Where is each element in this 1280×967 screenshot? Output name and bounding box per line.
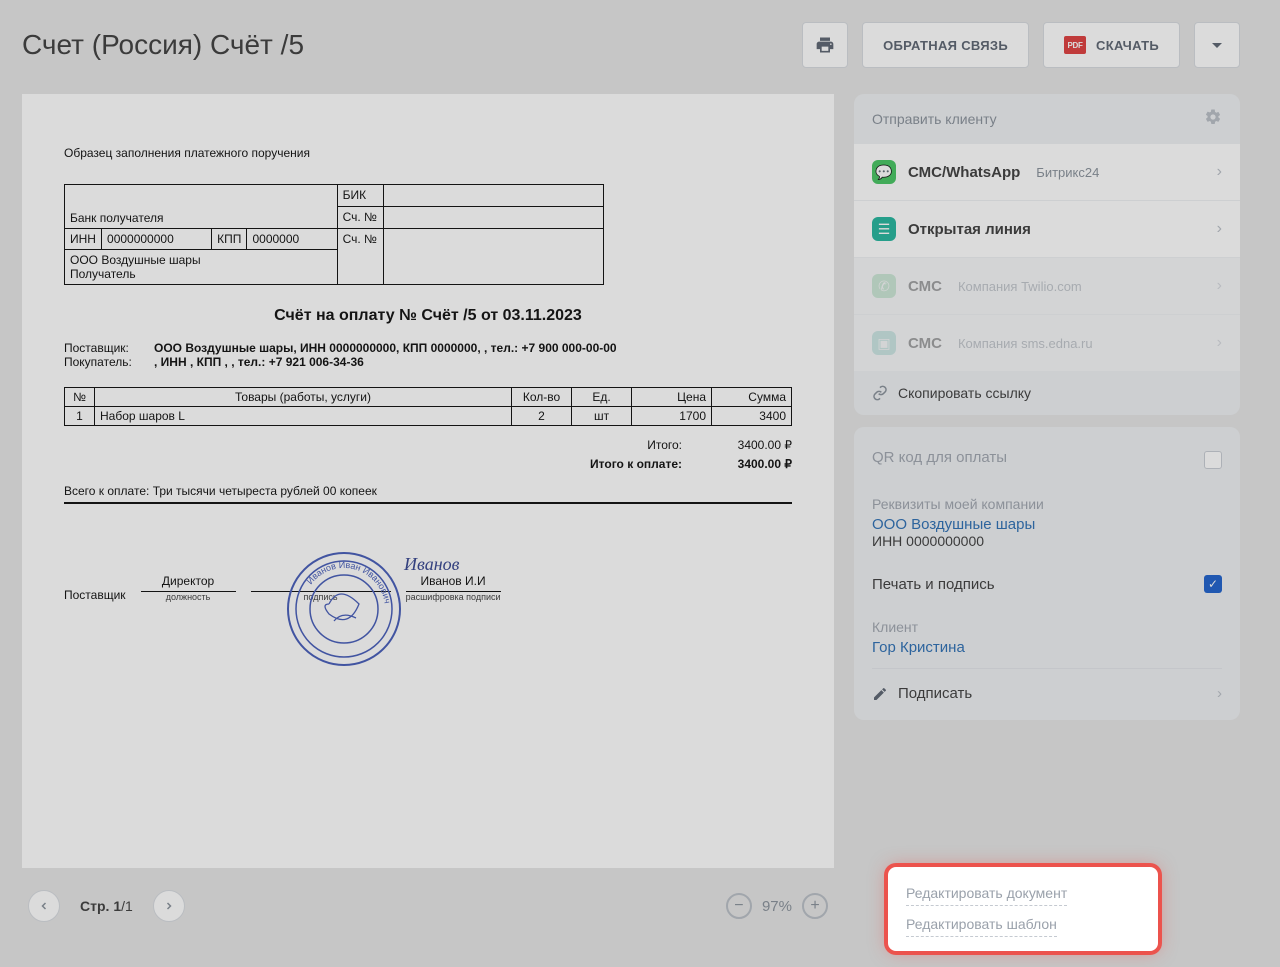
pdf-icon: PDF — [1064, 36, 1086, 54]
channel-icon: ☰ — [872, 217, 896, 241]
channel-title: СМС — [908, 335, 942, 352]
page-title: Счет (Россия) Счёт /5 — [22, 29, 788, 61]
link-icon — [872, 385, 888, 401]
chevron-right-icon — [163, 900, 175, 912]
edit-menu-popup: Редактировать документ Редактировать шаб… — [888, 867, 1158, 951]
channel-icon: ✆ — [872, 274, 896, 298]
chevron-right-icon: › — [1217, 220, 1222, 238]
copy-link-label: Скопировать ссылку — [898, 385, 1031, 401]
channel-title: СМС/WhatsApp — [908, 164, 1020, 181]
send-channel-item[interactable]: ▣ СМС Компания sms.edna.ru › — [854, 314, 1240, 371]
edit-template-link[interactable]: Редактировать шаблон — [906, 912, 1057, 937]
send-channel-item[interactable]: 💬 СМС/WhatsApp Битрикс24 › — [854, 143, 1240, 200]
qr-checkbox[interactable] — [1204, 451, 1222, 469]
details-panel: QR код для оплаты Реквизиты моей компани… — [854, 427, 1240, 720]
stamp-image: Иванов Иван Иванович — [284, 549, 404, 669]
edit-document-link[interactable]: Редактировать документ — [906, 881, 1067, 906]
channel-subtitle: Компания Twilio.com — [958, 279, 1082, 294]
zoom-label: 97% — [762, 898, 792, 915]
table-row: 1Набор шаров L2шт17003400 — [65, 407, 792, 426]
pager-bar: Стр. 1/1 − 97% + — [22, 868, 834, 944]
send-panel-title: Отправить клиенту — [872, 111, 997, 127]
channel-icon: ▣ — [872, 331, 896, 355]
bank-details-table: Банк получателя БИК Сч. № ИНН 0000000000… — [64, 184, 604, 285]
chevron-right-icon: › — [1217, 334, 1222, 352]
company-inn: ИНН 0000000000 — [872, 533, 1222, 549]
client-label: Клиент — [872, 619, 1222, 635]
chevron-left-icon — [38, 900, 50, 912]
feedback-button[interactable]: ОБРАТНАЯ СВЯЗЬ — [862, 22, 1029, 68]
send-channel-item[interactable]: ☰ Открытая линия › — [854, 200, 1240, 257]
page-next-button[interactable] — [153, 890, 185, 922]
signature-image: Иванов — [404, 554, 459, 575]
signature-row: Поставщик Директордолжность подпись Иван… — [64, 574, 792, 602]
parties-block: Поставщик:ООО Воздушные шары, ИНН 000000… — [64, 341, 792, 369]
download-button[interactable]: PDF СКАЧАТЬ — [1043, 22, 1180, 68]
copy-link-row[interactable]: Скопировать ссылку — [854, 371, 1240, 415]
client-link[interactable]: Гор Кристина — [872, 639, 1222, 656]
chevron-down-icon — [1212, 43, 1222, 48]
document-preview: Образец заполнения платежного поручения … — [22, 94, 834, 868]
pen-icon — [872, 686, 888, 702]
zoom-out-button[interactable]: − — [726, 893, 752, 919]
channel-subtitle: Битрикс24 — [1036, 165, 1099, 180]
stamp-sign-checkbox[interactable]: ✓ — [1204, 575, 1222, 593]
channel-icon: 💬 — [872, 160, 896, 184]
print-button[interactable] — [802, 22, 848, 68]
sample-label: Образец заполнения платежного поручения — [64, 146, 792, 160]
qr-title: QR код для оплаты — [872, 449, 1007, 466]
chevron-right-icon: › — [1217, 163, 1222, 181]
items-table: № Товары (работы, услуги) Кол-во Ед. Цен… — [64, 387, 792, 426]
channel-title: СМС — [908, 278, 942, 295]
totals-block: Итого:3400.00 ₽ Итого к оплате:3400.00 ₽ — [64, 436, 792, 474]
company-link[interactable]: ООО Воздушные шары — [872, 516, 1222, 533]
channel-subtitle: Компания sms.edna.ru — [958, 336, 1093, 351]
print-icon — [815, 35, 835, 55]
page-prev-button[interactable] — [28, 890, 60, 922]
gear-icon[interactable] — [1204, 108, 1222, 129]
send-channel-item[interactable]: ✆ СМС Компания Twilio.com › — [854, 257, 1240, 314]
sign-action-row[interactable]: Подписать › — [872, 668, 1222, 716]
download-dropdown-button[interactable] — [1194, 22, 1240, 68]
zoom-in-button[interactable]: + — [802, 893, 828, 919]
chevron-right-icon: › — [1217, 277, 1222, 295]
download-label: СКАЧАТЬ — [1096, 38, 1159, 53]
channel-title: Открытая линия — [908, 221, 1031, 238]
amount-in-words: Всего к оплате: Три тысячи четыреста руб… — [64, 484, 792, 504]
invoice-title: Счёт на оплату № Счёт /5 от 03.11.2023 — [64, 307, 792, 325]
stamp-sign-label: Печать и подпись — [872, 576, 995, 593]
send-panel: Отправить клиенту 💬 СМС/WhatsApp Битрикс… — [854, 94, 1240, 415]
chevron-right-icon: › — [1217, 685, 1222, 702]
requisites-label: Реквизиты моей компании — [872, 496, 1222, 512]
page-info: Стр. 1/1 — [70, 898, 143, 914]
